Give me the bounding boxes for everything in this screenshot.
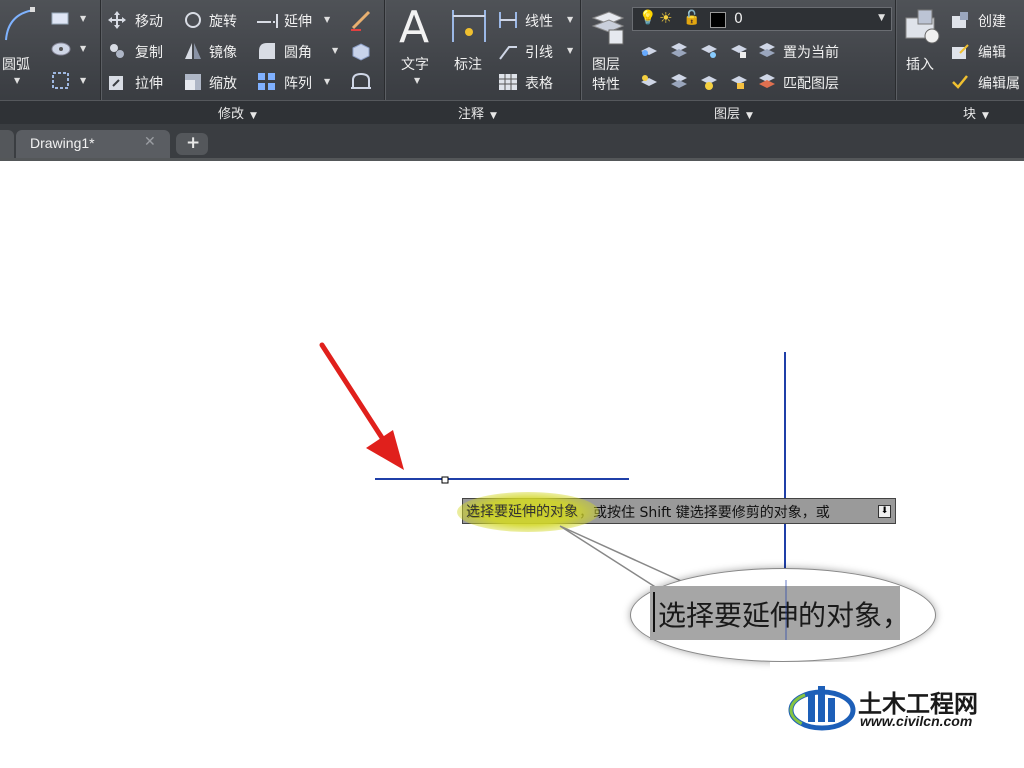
civilcn-logo-icon bbox=[788, 686, 856, 731]
zoom-callout-text: 选择要延伸的对象， bbox=[658, 599, 911, 632]
watermark-url: www.civilcn.com bbox=[860, 713, 973, 729]
watermark: 土木工程网 www.civilcn.com bbox=[770, 662, 1024, 746]
text-cursor-caret bbox=[653, 592, 655, 632]
boundary-line-ghost bbox=[785, 580, 787, 640]
